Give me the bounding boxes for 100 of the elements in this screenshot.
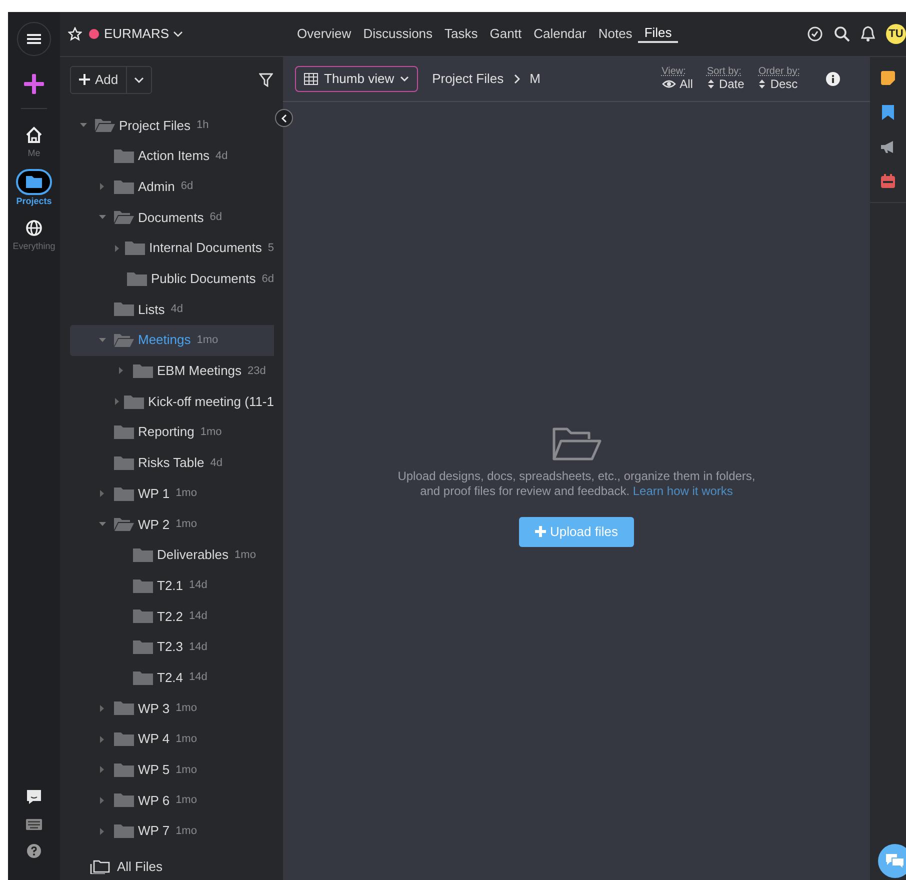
caret-right-icon[interactable] [119, 367, 123, 374]
caret-right-icon[interactable] [114, 398, 119, 406]
open-folder-icon [114, 517, 134, 532]
plus-icon [79, 74, 90, 85]
caret-right-icon[interactable] [100, 736, 104, 743]
clock-icon[interactable] [807, 26, 823, 42]
caret-right-icon[interactable] [100, 183, 104, 190]
caret-down-icon[interactable] [98, 522, 106, 526]
folder-icon [133, 364, 153, 378]
menu-button[interactable] [17, 22, 51, 56]
caret-right-icon[interactable] [115, 244, 120, 252]
grid-icon [304, 73, 318, 85]
folder-icon [114, 425, 134, 440]
chat-button[interactable] [878, 844, 906, 878]
folder-item[interactable]: WP 4 1mo [70, 724, 274, 754]
chat-icon [885, 852, 905, 870]
folder-item[interactable]: Risks Table 4d [70, 448, 274, 478]
project-selector[interactable]: EURMARS [104, 24, 184, 44]
megaphone-icon[interactable] [880, 140, 896, 154]
folder-item[interactable]: WP 6 1mo [70, 785, 274, 816]
sort-icon [758, 79, 766, 90]
folder-icon [114, 762, 134, 777]
folder-item[interactable]: Admin 6d [70, 171, 274, 202]
plus-icon[interactable] [24, 74, 44, 94]
caret-right-icon[interactable] [100, 490, 104, 498]
info-icon[interactable] [826, 72, 840, 86]
tab[interactable]: Discussions [357, 26, 439, 42]
breadcrumb-link[interactable]: M [530, 69, 540, 89]
folder-item[interactable]: WP 1 1mo [70, 478, 274, 509]
chevron-down-icon [134, 76, 144, 82]
tab[interactable]: Calendar [528, 26, 592, 42]
open-folder-icon [114, 333, 134, 348]
tab[interactable]: Gantt [484, 26, 528, 42]
folder-item[interactable]: EBM Meetings 23d [70, 356, 274, 386]
folder-item[interactable]: Action Items 4d [70, 140, 274, 172]
open-folder-icon [114, 210, 134, 224]
bookmark-icon[interactable] [882, 105, 894, 120]
option-label: Order by: [758, 67, 800, 78]
sort-icon [706, 79, 715, 90]
option-label: View: [662, 67, 687, 78]
caret-right-icon[interactable] [100, 704, 104, 712]
caret-right-icon[interactable] [100, 766, 104, 774]
folder-icon [133, 578, 153, 593]
tab[interactable]: Overview [291, 26, 358, 42]
open-folder-icon [95, 118, 115, 132]
folder-item[interactable]: Documents 6d [70, 202, 274, 233]
chevron-right-icon [514, 74, 520, 84]
caret-down-icon[interactable] [98, 338, 106, 342]
folder-item[interactable]: T2.2 14d [70, 601, 274, 632]
folder-item[interactable]: WP 7 1mo [70, 816, 274, 846]
keyboard-icon[interactable] [26, 819, 42, 830]
folder-item[interactable]: Kick-off meeting (11-1 [70, 386, 274, 417]
folder-icon [133, 670, 153, 685]
chevron-down-icon [400, 76, 410, 82]
folder-item[interactable]: Project Files 1h [70, 110, 274, 141]
option-dropdown[interactable]: All [662, 78, 693, 91]
folder-item[interactable]: Deliverables 1mo [70, 540, 274, 570]
all-files-link[interactable]: All Files [60, 846, 283, 876]
caret-right-icon[interactable] [100, 828, 104, 835]
folder-item[interactable]: Lists 4d [70, 294, 274, 325]
open-folder-icon [552, 427, 602, 461]
caret-right-icon[interactable] [100, 796, 104, 804]
folder-item[interactable]: Reporting 1mo [70, 416, 274, 448]
help-icon[interactable] [27, 844, 41, 858]
folder-icon [133, 640, 153, 654]
note-icon[interactable] [881, 71, 895, 85]
empty-state-message: Upload designs, docs, spreadsheets, etc., organize them in folders, and proof files for review and feedback. Learn how it works [396, 469, 756, 499]
calendar-icon[interactable] [881, 174, 895, 188]
view-mode-dropdown[interactable]: Thumb view [295, 66, 418, 92]
tab[interactable]: Files [638, 25, 678, 43]
option-dropdown[interactable]: Desc [758, 78, 800, 91]
star-icon[interactable] [68, 27, 82, 41]
tab[interactable]: Tasks [438, 26, 484, 42]
folder-item[interactable]: WP 5 1mo [70, 754, 274, 786]
folder-item[interactable]: T2.1 14d [70, 570, 274, 601]
tab[interactable]: Notes [592, 26, 638, 42]
folder-item[interactable]: WP 3 1mo [70, 693, 274, 724]
collapse-button[interactable] [275, 109, 293, 127]
folder-item[interactable]: Public Documents 6d [70, 263, 274, 294]
folder-item[interactable]: Meetings 1mo [70, 324, 274, 356]
filter-icon[interactable] [259, 72, 273, 86]
user-avatar[interactable]: TU [886, 24, 906, 44]
folder-icon [114, 732, 134, 746]
bell-icon[interactable] [861, 26, 875, 42]
folder-icon [114, 302, 134, 316]
breadcrumb-link[interactable]: Project Files [432, 69, 504, 89]
folder-item[interactable]: T2.4 14d [70, 662, 274, 694]
option-dropdown[interactable]: Date [706, 78, 744, 91]
feedback-icon[interactable] [26, 789, 42, 805]
folder-icon [114, 793, 134, 808]
folder-item[interactable]: WP 2 1mo [70, 508, 274, 540]
search-icon[interactable] [834, 26, 850, 42]
caret-down-icon[interactable] [98, 215, 106, 220]
folder-icon [114, 701, 134, 716]
option-label: Sort by: [706, 67, 742, 78]
folder-item[interactable]: T2.3 14d [70, 632, 274, 662]
caret-down-icon[interactable] [80, 123, 86, 128]
folder-icon [126, 272, 147, 286]
folder-item[interactable]: Internal Documents 5 [70, 232, 274, 264]
plus-icon [535, 526, 546, 538]
